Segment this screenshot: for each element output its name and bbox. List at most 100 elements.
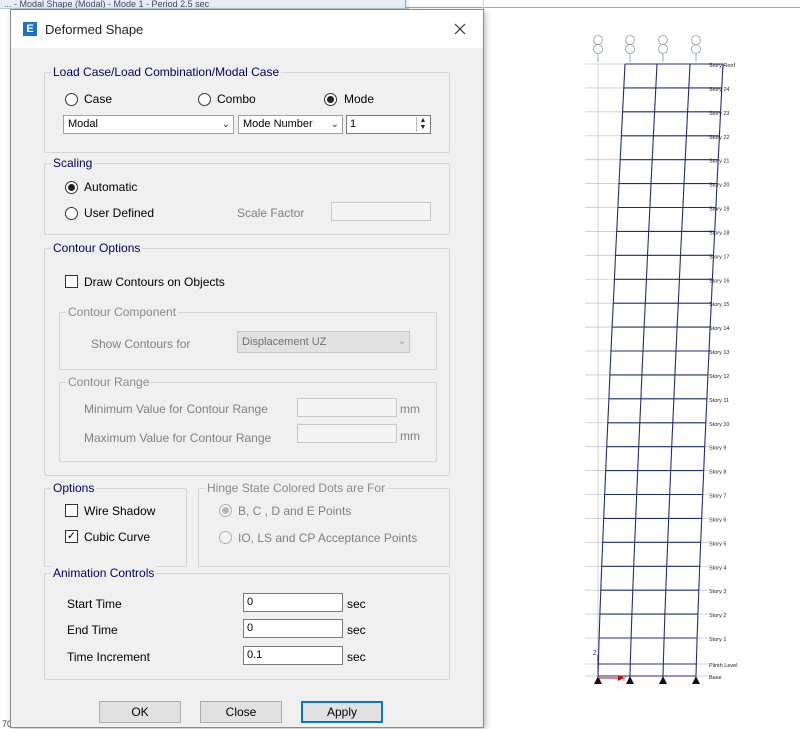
- start-time-unit: sec: [347, 597, 366, 611]
- story-label: Story 22: [709, 135, 729, 141]
- story-label: Story 13: [709, 350, 729, 356]
- axis-y-label: Y: [622, 677, 626, 683]
- min-contour-input[interactable]: [297, 398, 397, 417]
- story-label: Base: [709, 675, 722, 681]
- mode-radio[interactable]: [324, 93, 337, 106]
- support-icon: [626, 676, 634, 684]
- hinge-io-radio[interactable]: [219, 531, 232, 544]
- user-defined-radio[interactable]: [65, 207, 78, 220]
- story-label: Story 17: [709, 254, 729, 260]
- story-label: Story 5: [709, 541, 726, 547]
- case-radio[interactable]: [65, 93, 78, 106]
- show-contours-select[interactable]: Displacement UZ ⌄: [237, 331, 410, 353]
- ok-button[interactable]: OK: [99, 701, 181, 723]
- end-time-unit: sec: [347, 623, 366, 637]
- start-time-label: Start Time: [67, 597, 122, 611]
- view-tab-border: [405, 0, 800, 8]
- wire-shadow-checkbox[interactable]: [65, 504, 78, 517]
- window-title-text: ... - Modal Shape (Modal) - Mode 1 - Per…: [4, 0, 210, 9]
- dialog-title: Deformed Shape: [45, 22, 144, 37]
- story-label: Story 14: [709, 326, 729, 332]
- time-increment-label: Time Increment: [67, 650, 150, 664]
- story-label: Story 8: [709, 470, 726, 476]
- story-label: Story 10: [709, 422, 729, 428]
- spin-arrows-icon[interactable]: ▲ ▼: [416, 117, 429, 132]
- hinge-bcde-label: B, C , D and E Points: [238, 504, 352, 518]
- cubic-curve-label: Cubic Curve: [84, 530, 151, 544]
- deformed-column: [597, 63, 626, 677]
- story-label: Story 23: [709, 111, 729, 117]
- load-case-legend: Load Case/Load Combination/Modal Case: [51, 65, 282, 79]
- combo-radio[interactable]: [198, 93, 211, 106]
- mode-number-select[interactable]: Mode Number ⌄: [238, 115, 343, 134]
- apply-button[interactable]: Apply: [301, 701, 383, 723]
- modal-case-select[interactable]: Modal ⌄: [63, 115, 234, 134]
- grid-bubble-icon: [625, 44, 635, 54]
- automatic-radio-label: Automatic: [84, 180, 138, 194]
- chevron-down-icon: ⌄: [221, 119, 230, 130]
- story-label: Story Roof: [709, 63, 735, 69]
- chevron-down-icon: ⌄: [397, 336, 406, 347]
- end-time-input[interactable]: 0: [243, 619, 343, 638]
- deformed-shape-dialog: E Deformed Shape Load Case/Load Combinat…: [10, 9, 484, 728]
- axis-z-label: Z: [593, 651, 597, 657]
- wire-shadow-label: Wire Shadow: [84, 504, 156, 518]
- max-contour-unit: mm: [400, 429, 420, 443]
- scale-factor-input[interactable]: [331, 202, 431, 221]
- show-contours-label: Show Contours for: [91, 337, 191, 351]
- deformed-column: [695, 63, 724, 677]
- start-time-input[interactable]: 0: [243, 593, 343, 612]
- close-icon[interactable]: [447, 16, 473, 42]
- min-contour-unit: mm: [400, 402, 420, 416]
- min-contour-label: Minimum Value for Contour Range: [84, 402, 268, 416]
- scaling-group: Scaling: [44, 156, 450, 235]
- load-case-group: Load Case/Load Combination/Modal Case: [44, 65, 450, 153]
- mode-number-stepper[interactable]: 1 ▲ ▼: [346, 115, 431, 134]
- deformed-column: [662, 63, 691, 677]
- max-contour-label: Maximum Value for Contour Range: [84, 431, 272, 445]
- story-label: Story 1: [709, 637, 726, 643]
- hinge-state-group: Hinge State Colored Dots are For: [198, 481, 450, 567]
- window-title-strip: ... - Modal Shape (Modal) - Mode 1 - Per…: [0, 0, 409, 9]
- contour-range-group: Contour Range: [59, 375, 437, 462]
- chevron-down-icon: ⌄: [330, 119, 339, 130]
- hinge-bcde-radio[interactable]: [219, 504, 232, 517]
- user-defined-radio-label: User Defined: [84, 206, 155, 220]
- close-button[interactable]: Close: [200, 701, 282, 723]
- grid-bubble-icon: [625, 35, 635, 45]
- automatic-radio[interactable]: [65, 181, 78, 194]
- deformed-column: [629, 63, 658, 677]
- story-label: Story 4: [709, 565, 726, 571]
- dialog-titlebar[interactable]: E Deformed Shape: [11, 10, 483, 48]
- grid-bubble-icon: [691, 35, 701, 45]
- cubic-curve-checkbox[interactable]: ✓: [65, 530, 78, 543]
- contour-range-legend: Contour Range: [66, 375, 152, 389]
- support-icon: [659, 676, 667, 684]
- etabs-app-icon: E: [23, 22, 37, 36]
- time-increment-input[interactable]: 0.1: [243, 646, 343, 665]
- modal-case-value: Modal: [68, 118, 98, 130]
- story-label: Story 3: [709, 589, 726, 595]
- grid-bubble-icon: [658, 44, 668, 54]
- story-label: Story 15: [709, 302, 729, 308]
- grid-bubble-icon: [593, 44, 603, 54]
- hinge-io-label: IO, LS and CP Acceptance Points: [238, 531, 418, 545]
- end-time-label: End Time: [67, 623, 118, 637]
- support-icon: [692, 676, 700, 684]
- story-label: Story 24: [709, 87, 729, 93]
- draw-contours-label: Draw Contours on Objects: [84, 275, 225, 289]
- story-label: Story 6: [709, 517, 726, 523]
- story-label: Story 18: [709, 230, 729, 236]
- story-label: Story 16: [709, 278, 729, 284]
- mode-number-input-value: 1: [350, 118, 357, 130]
- draw-contours-checkbox[interactable]: [65, 275, 78, 288]
- max-contour-input[interactable]: [297, 424, 397, 443]
- mode-number-value: Mode Number: [243, 118, 313, 130]
- case-radio-label: Case: [84, 92, 113, 106]
- scaling-legend: Scaling: [51, 156, 95, 170]
- contour-options-legend: Contour Options: [51, 241, 143, 255]
- combo-radio-label: Combo: [217, 92, 256, 106]
- story-label: Story 9: [709, 446, 726, 452]
- contour-component-legend: Contour Component: [66, 305, 179, 319]
- story-label: Story 19: [709, 207, 729, 213]
